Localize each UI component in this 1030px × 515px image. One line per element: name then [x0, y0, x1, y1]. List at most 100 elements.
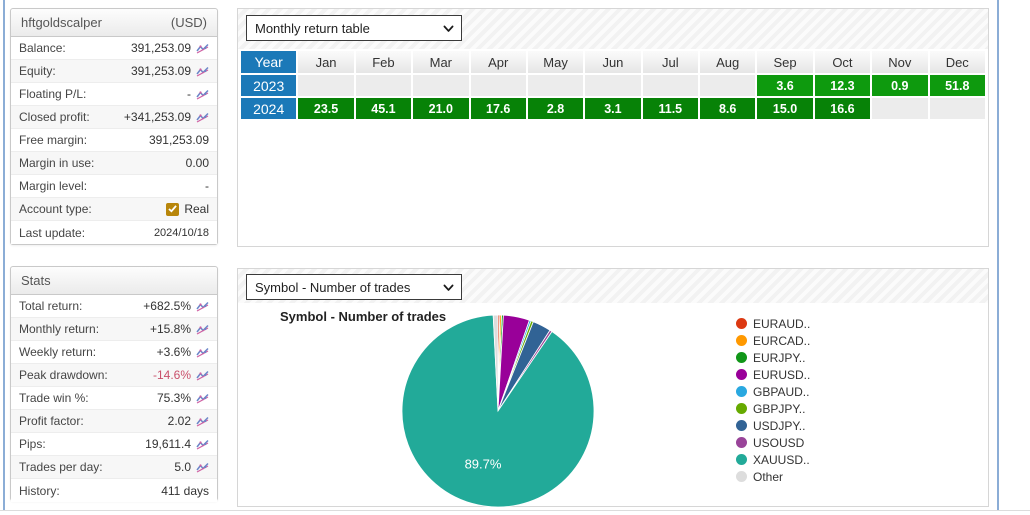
- legend-item-gbpaud: GBPAUD..: [736, 385, 810, 398]
- row-label: Margin in use:: [19, 156, 94, 170]
- row-label: Free margin:: [19, 133, 87, 147]
- month-value-cell: [528, 75, 583, 96]
- row-value: +15.8%: [150, 322, 191, 336]
- chart-icon[interactable]: [196, 416, 209, 427]
- row-value: 2.02: [168, 414, 191, 428]
- chart-icon[interactable]: [196, 301, 209, 312]
- row-value-group: 2.02: [168, 414, 209, 428]
- row-value-group: 75.3%: [157, 391, 209, 405]
- info-row: History: 411 days: [11, 479, 217, 502]
- legend-label: EURJPY..: [753, 351, 805, 365]
- legend-item-usousd: USOUSD: [736, 436, 810, 449]
- account-rows: Balance:391,253.09Equity:391,253.09Float…: [11, 37, 217, 244]
- info-row: Pips:19,611.4: [11, 433, 217, 456]
- row-label: Total return:: [19, 299, 82, 313]
- page-left-border: [3, 0, 5, 511]
- row-value: 19,611.4: [145, 437, 191, 451]
- row-value-group: Real: [166, 202, 209, 216]
- row-value: -: [205, 179, 209, 193]
- pie-legend: EURAUD..EURCAD..EURJPY..EURUSD..GBPAUD..…: [736, 317, 810, 483]
- legend-item-eurusd: EURUSD..: [736, 368, 810, 381]
- row-value-group: 391,253.09: [131, 64, 209, 78]
- month-column-header: Nov: [872, 51, 927, 73]
- month-value-cell: [643, 75, 698, 96]
- table-header-row: YearJanFebMarAprMayJunJulAugSepOctNovDec: [241, 51, 985, 73]
- month-value-cell: [930, 98, 986, 119]
- chart-icon[interactable]: [196, 439, 209, 450]
- row-value-group: -: [187, 87, 209, 101]
- chart-icon[interactable]: [196, 43, 209, 54]
- legend-color-dot: [736, 437, 747, 448]
- legend-color-dot: [736, 420, 747, 431]
- chart-icon[interactable]: [196, 112, 209, 123]
- year-column-header: Year: [241, 51, 296, 73]
- row-value-group: 391,253.09: [149, 133, 209, 147]
- month-column-header: Jan: [298, 51, 353, 73]
- legend-item-xauusd: XAUUSD..: [736, 453, 810, 466]
- row-label: Closed profit:: [19, 110, 90, 124]
- monthly-view-dropdown[interactable]: Monthly return table: [246, 15, 462, 41]
- symbol-panel-toolbar: Symbol - Number of trades: [238, 269, 988, 303]
- month-value-cell: [298, 75, 353, 96]
- row-value-group: -: [205, 179, 209, 193]
- legend-label: Other: [753, 470, 783, 484]
- chart-icon[interactable]: [196, 393, 209, 404]
- row-value: 2024/10/18: [154, 227, 209, 239]
- chart-icon[interactable]: [196, 347, 209, 358]
- legend-color-dot: [736, 352, 747, 363]
- account-info-panel: hftgoldscalper (USD) Balance:391,253.09E…: [10, 8, 218, 245]
- chevron-down-icon: [442, 22, 455, 35]
- info-row: Margin level:-: [11, 175, 217, 198]
- monthly-return-panel: Monthly return table YearJanFebMarAprMay…: [237, 8, 989, 247]
- chart-icon[interactable]: [196, 324, 209, 335]
- real-account-checkbox[interactable]: [166, 203, 179, 216]
- legend-label: USOUSD: [753, 436, 804, 450]
- month-value-cell: [585, 75, 640, 96]
- chart-icon[interactable]: [196, 370, 209, 381]
- row-label: Monthly return:: [19, 322, 99, 336]
- month-value-cell: 11.5: [643, 98, 698, 119]
- info-row: Weekly return:+3.6%: [11, 341, 217, 364]
- row-value: 0.00: [186, 156, 209, 170]
- chevron-down-icon: [442, 281, 455, 294]
- legend-label: GBPAUD..: [753, 385, 809, 399]
- symbol-view-dropdown[interactable]: Symbol - Number of trades: [246, 274, 462, 300]
- month-value-cell: 17.6: [471, 98, 526, 119]
- pie-slice-percentage-label: 89.7%: [465, 457, 502, 472]
- table-row: 202423.545.121.017.62.83.111.58.615.016.…: [241, 98, 985, 119]
- month-value-cell: 16.6: [815, 98, 870, 119]
- month-value-cell: 45.1: [356, 98, 411, 119]
- month-value-cell: [471, 75, 526, 96]
- row-value-group: 391,253.09: [131, 41, 209, 55]
- row-label: Equity:: [19, 64, 56, 78]
- symbol-view-dropdown-value: Symbol - Number of trades: [255, 280, 410, 295]
- legend-label: USDJPY..: [753, 419, 805, 433]
- legend-color-dot: [736, 369, 747, 380]
- month-column-header: Apr: [471, 51, 526, 73]
- info-row: Margin in use: 0.00: [11, 152, 217, 175]
- row-value-group: 411 days: [161, 484, 209, 498]
- month-column-header: Mar: [413, 51, 468, 73]
- row-value: Real: [184, 202, 209, 216]
- symbol-trades-panel: Symbol - Number of trades Symbol - Numbe…: [237, 268, 989, 507]
- month-value-cell: 3.1: [585, 98, 640, 119]
- legend-label: EURUSD..: [753, 368, 810, 382]
- monthly-return-table: YearJanFebMarAprMayJunJulAugSepOctNovDec…: [239, 49, 987, 121]
- row-value-group: 0.00: [186, 156, 209, 170]
- row-label: Weekly return:: [19, 345, 96, 359]
- row-value: 391,253.09: [149, 133, 209, 147]
- info-row: Peak drawdown:-14.6%: [11, 364, 217, 387]
- stats-title: Stats: [21, 267, 51, 294]
- chart-icon[interactable]: [196, 462, 209, 473]
- legend-color-dot: [736, 318, 747, 329]
- chart-icon[interactable]: [196, 66, 209, 77]
- legend-item-other: Other: [736, 470, 810, 483]
- stats-panel-header: Stats: [11, 267, 217, 295]
- symbol-pie-chart: 89.7%: [383, 305, 613, 515]
- row-label: History:: [19, 484, 60, 498]
- row-value-group: +682.5%: [143, 299, 209, 313]
- row-value: 391,253.09: [131, 64, 191, 78]
- legend-color-dot: [736, 454, 747, 465]
- chart-icon[interactable]: [196, 89, 209, 100]
- legend-color-dot: [736, 471, 747, 482]
